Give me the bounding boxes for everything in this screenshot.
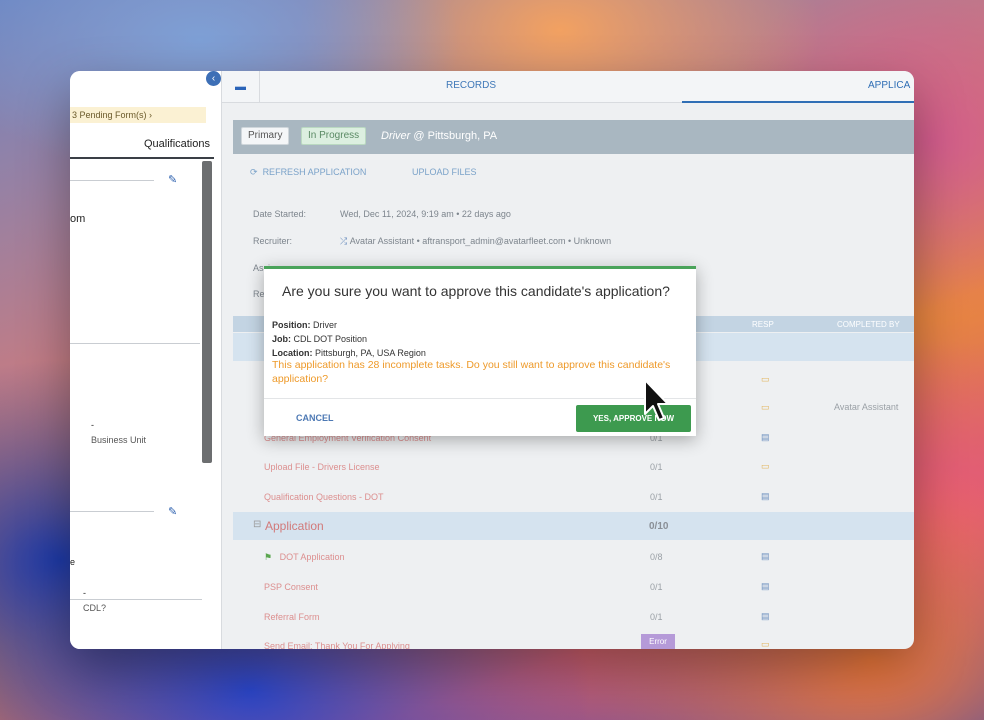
- position-label: Position:: [272, 320, 311, 330]
- partial-label: Re: [253, 289, 265, 299]
- cdl-label: CDL?: [83, 603, 107, 613]
- partial-text: e: [70, 557, 76, 567]
- refresh-label: REFRESH APPLICATION: [262, 167, 367, 177]
- status-badge: In Progress: [301, 127, 367, 145]
- primary-badge: Primary: [241, 127, 290, 145]
- document-icon: ▤: [761, 432, 770, 442]
- task-link[interactable]: PSP Consent: [264, 582, 318, 592]
- task-link[interactable]: Upload File - Drivers License: [264, 462, 380, 472]
- tab-applications[interactable]: APPLICA: [682, 71, 914, 103]
- divider: [70, 599, 202, 600]
- error-badge: Error: [641, 634, 675, 649]
- job-label: Job:: [272, 334, 291, 344]
- divider: [70, 180, 154, 181]
- date-started-value: Wed, Dec 11, 2024, 9:19 am • 22 days ago: [340, 209, 511, 219]
- document-icon: ▤: [761, 581, 770, 591]
- job-location: @ Pittsburgh, PA: [410, 130, 498, 142]
- job-role: Driver: [381, 130, 411, 142]
- incomplete-tasks-warning: This application has 28 incomplete tasks…: [272, 359, 671, 385]
- tab-qualifications[interactable]: Qualifications: [70, 129, 214, 159]
- task-link[interactable]: Qualification Questions - DOT: [264, 492, 384, 502]
- flag-icon: ⚑: [264, 552, 273, 562]
- divider: [70, 511, 154, 512]
- task-count: 0/1: [650, 462, 663, 472]
- partial-text: om: [70, 213, 86, 225]
- task-link[interactable]: Send Email: Thank You For Applying: [264, 641, 410, 649]
- recruiter-value: ⤮ Avatar Assistant • aftransport_admin@a…: [340, 236, 611, 247]
- task-count: 0/1: [650, 492, 663, 502]
- job-value: CDL DOT Position: [291, 334, 368, 344]
- position-line: Position: Driver: [272, 320, 337, 330]
- mouse-cursor-icon: [644, 379, 669, 421]
- task-name: DOT Application: [279, 552, 345, 562]
- resp-header: RESP: [752, 320, 774, 329]
- side-panel-scrollbar[interactable]: [202, 161, 212, 463]
- document-icon: ▤: [761, 551, 770, 561]
- monitor-icon: ▭: [761, 461, 770, 471]
- collapse-panel-icon[interactable]: ‹: [206, 71, 221, 86]
- approve-now-button[interactable]: YES, APPROVE NOW: [576, 405, 691, 432]
- completed-by-header: COMPLETED BY: [837, 320, 900, 329]
- refresh-icon: ⟳: [250, 167, 258, 177]
- candidate-side-panel: 3 Pending Form(s) › Qualifications ✎ om …: [70, 71, 222, 649]
- edit-pencil-icon[interactable]: ✎: [168, 505, 177, 518]
- document-icon: ▤: [761, 611, 770, 621]
- edit-pencil-icon[interactable]: ✎: [168, 173, 177, 186]
- application-window: 3 Pending Form(s) › Qualifications ✎ om …: [70, 71, 914, 649]
- monitor-icon: ▭: [761, 374, 770, 384]
- task-link[interactable]: ⚑ DOT Application: [264, 552, 344, 563]
- record-tabs-bar: ▬ RECORDS APPLICA: [222, 71, 914, 103]
- job-title: Driver @ Pittsburgh, PA: [381, 130, 497, 142]
- group-title: Application: [265, 519, 324, 533]
- divider: [70, 343, 200, 344]
- cancel-button[interactable]: CANCEL: [296, 413, 334, 423]
- task-count: 0/1: [650, 582, 663, 592]
- task-count: 0/1: [650, 612, 663, 622]
- approve-confirmation-dialog: Are you sure you want to approve this ca…: [264, 266, 696, 436]
- divider: [264, 398, 696, 399]
- shuffle-icon: ⤮: [340, 236, 348, 246]
- monitor-icon: ▭: [761, 639, 770, 649]
- location-label: Location:: [272, 348, 313, 358]
- task-link[interactable]: Referral Form: [264, 612, 320, 622]
- folder-icon[interactable]: ▬: [222, 71, 260, 103]
- pending-forms-link[interactable]: 3 Pending Form(s) ›: [70, 107, 206, 123]
- group-row-application[interactable]: ⊟ Application 0/10: [233, 512, 914, 540]
- refresh-application-button[interactable]: ⟳ REFRESH APPLICATION: [250, 167, 366, 178]
- cdl-value: -: [83, 588, 86, 598]
- completed-by-value: Avatar Assistant: [834, 402, 899, 412]
- date-started-label: Date Started:: [253, 209, 307, 219]
- application-status-bar: Primary In Progress Driver @ Pittsburgh,…: [233, 120, 914, 154]
- upload-files-button[interactable]: UPLOAD FILES: [412, 167, 477, 177]
- position-value: Driver: [310, 320, 337, 330]
- group-count: 0/10: [649, 521, 669, 532]
- business-unit-label: Business Unit: [91, 435, 147, 445]
- task-count: 0/8: [650, 552, 663, 562]
- location-line: Location: Pittsburgh, PA, USA Region: [272, 348, 426, 358]
- monitor-icon: ▭: [761, 402, 770, 412]
- recruiter-label: Recruiter:: [253, 236, 293, 246]
- business-unit-value: -: [91, 420, 94, 430]
- job-line: Job: CDL DOT Position: [272, 334, 367, 344]
- collapse-icon[interactable]: ⊟: [253, 519, 261, 530]
- document-icon: ▤: [761, 491, 770, 501]
- tab-records[interactable]: RECORDS: [446, 71, 496, 101]
- recruiter-detail: Avatar Assistant • aftransport_admin@ava…: [349, 236, 612, 246]
- dialog-title: Are you sure you want to approve this ca…: [282, 283, 670, 299]
- location-value: Pittsburgh, PA, USA Region: [312, 348, 426, 358]
